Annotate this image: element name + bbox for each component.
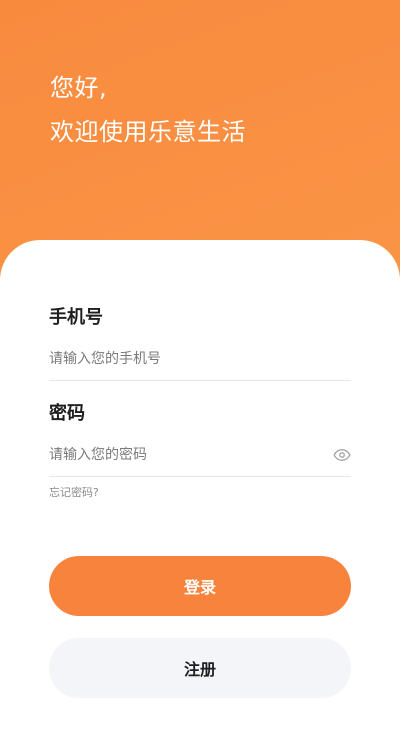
forgot-password-link[interactable]: 忘记密码?: [49, 484, 99, 500]
greeting-line-hello: 您好,: [50, 74, 108, 102]
phone-label: 手机号: [49, 307, 103, 328]
phone-input[interactable]: [49, 340, 319, 378]
login-button[interactable]: 登录: [49, 556, 351, 616]
register-button[interactable]: 注册: [49, 638, 351, 698]
phone-field-group: 手机号: [49, 306, 351, 381]
password-label: 密码: [49, 403, 85, 424]
eye-icon[interactable]: [333, 446, 351, 464]
password-input[interactable]: [49, 436, 319, 474]
greeting-line-welcome: 欢迎使用乐意生活: [50, 118, 246, 146]
login-screen: 您好, 欢迎使用乐意生活 手机号 密码 忘记密码? 登录: [0, 0, 400, 754]
password-field-group: 密码: [49, 402, 351, 477]
login-card: 手机号 密码 忘记密码? 登录 注册: [0, 240, 400, 754]
greeting: 您好, 欢迎使用乐意生活: [50, 66, 246, 154]
phone-input-wrapper: [49, 340, 351, 381]
password-input-wrapper: [49, 436, 351, 477]
